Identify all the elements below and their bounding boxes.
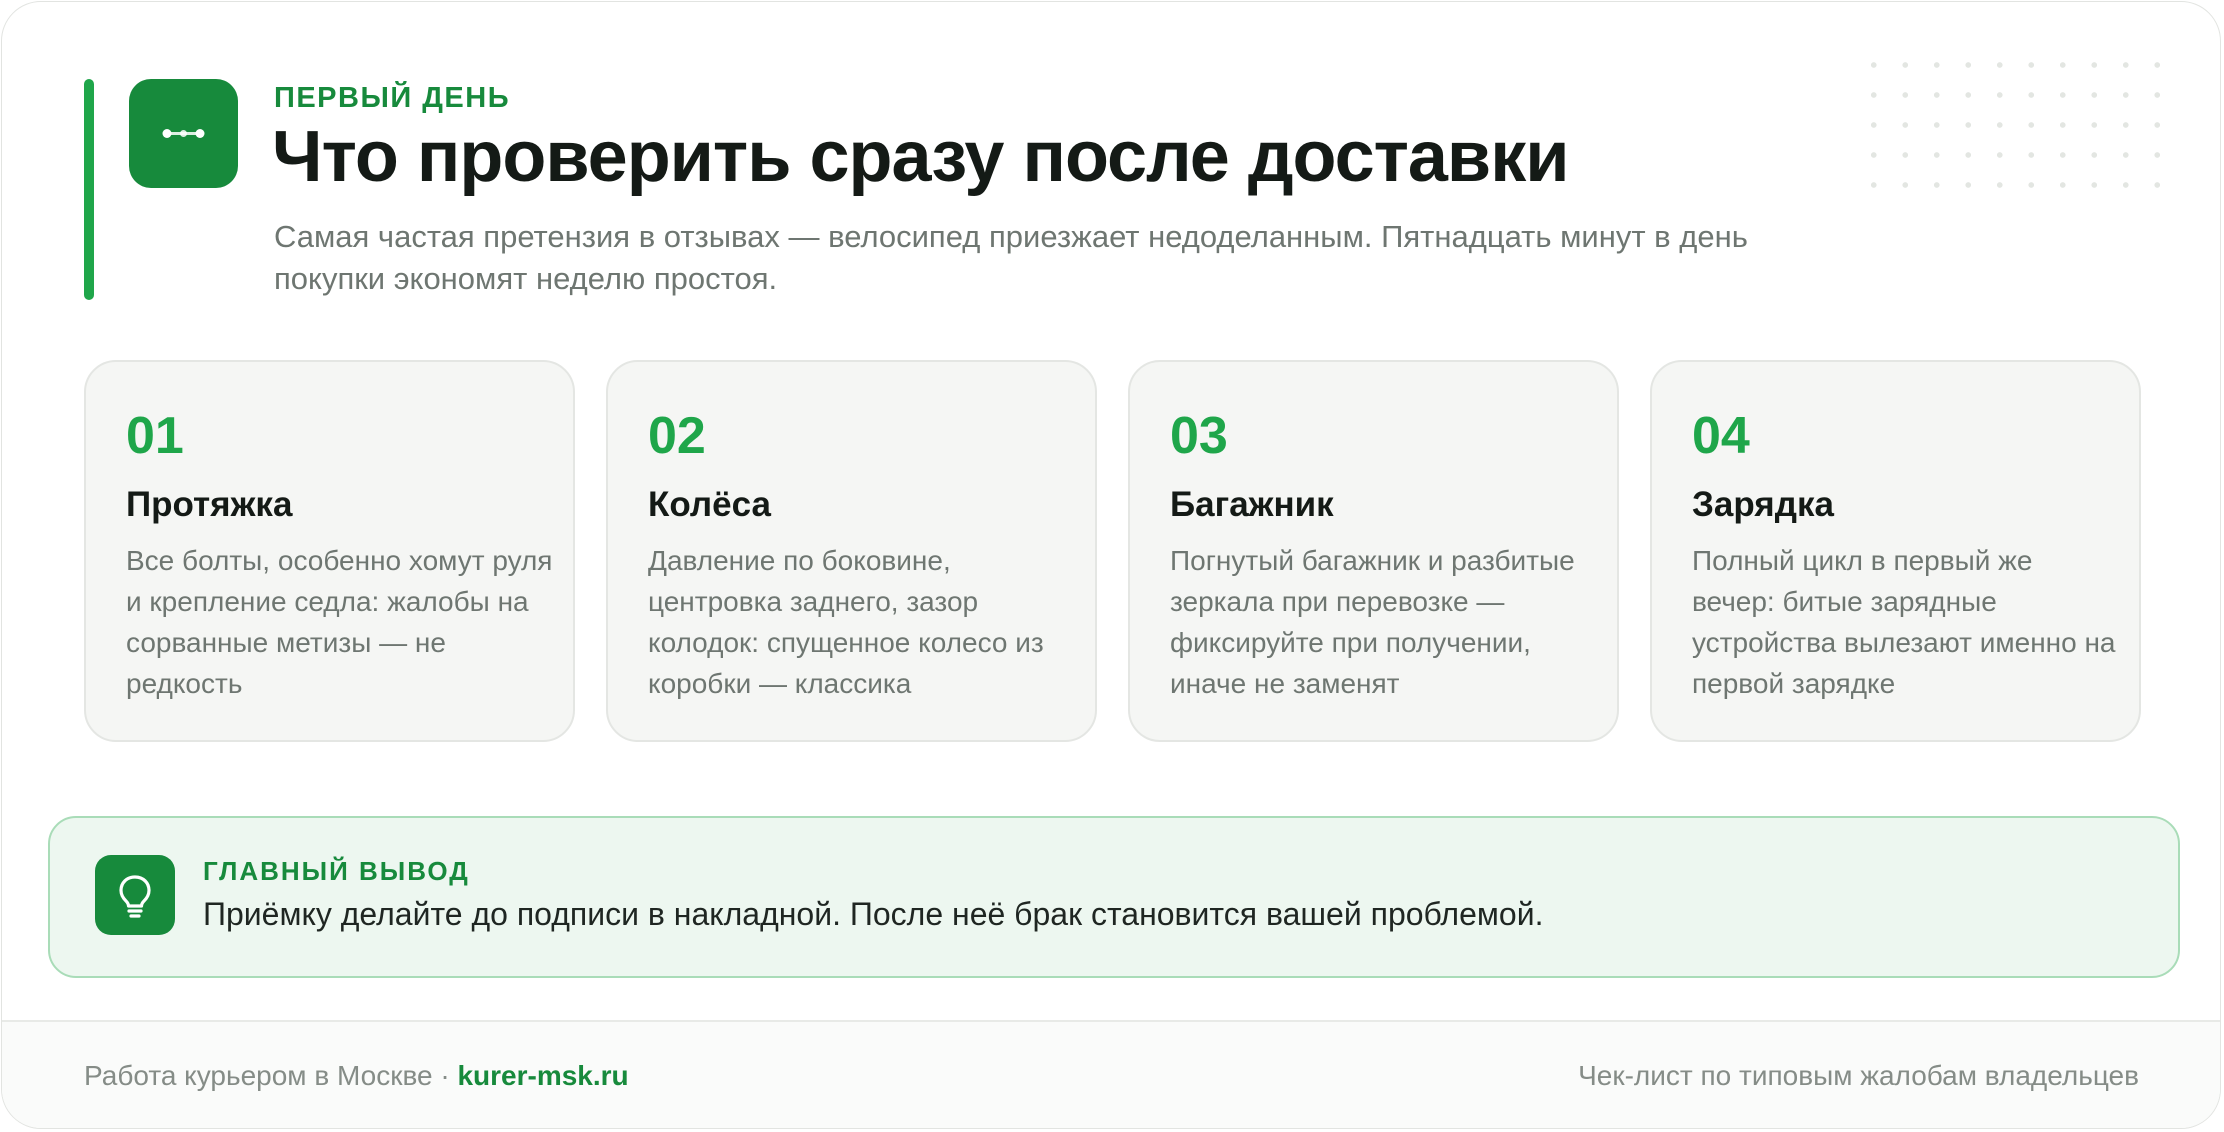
- checklist-item-text: Все болты, особенно хомут руля и креплен…: [126, 545, 553, 699]
- checklist-item-text: Полный цикл в первый же вечер: битые зар…: [1692, 545, 2116, 699]
- checklist-item-title: Колёса: [648, 485, 771, 524]
- decorative-dot-grid: [1858, 50, 2168, 190]
- checklist-item-tightening: 01 Протяжка Все болты, особенно хомут ру…: [84, 360, 575, 742]
- checklist-item-text: Погнутый багажник и разбитые зеркала при…: [1170, 545, 1575, 699]
- checklist-item-wheels: 02 Колёса Давление по боковине, центровк…: [606, 360, 1097, 742]
- checklist-item-rack: 03 Багажник Погнутый багажник и разбитые…: [1128, 360, 1619, 742]
- checklist-item-title: Зарядка: [1692, 485, 1834, 524]
- footer-caption-text: Работа курьером в Москве ·: [84, 1060, 458, 1091]
- footer-note: Чек-лист по типовым жалобам владельцев: [1578, 1060, 2139, 1091]
- checklist-item-title: Протяжка: [126, 485, 293, 524]
- checklist-item-number: 03: [1170, 407, 1228, 465]
- checklist-item-title: Багажник: [1170, 485, 1334, 524]
- checklist-item-text: Давление по боковине, центровка заднего,…: [648, 545, 1044, 699]
- footer: Работа курьером в Москве · kurer-msk.ru …: [2, 1022, 2220, 1128]
- footer-caption: Работа курьером в Москве · kurer-msk.ru: [84, 1060, 629, 1092]
- section-eyebrow: ПЕРВЫЙ ДЕНЬ: [274, 82, 511, 114]
- checklist-item-number: 01: [126, 407, 184, 465]
- takeaway-label: ГЛАВНЫЙ ВЫВОД: [203, 856, 470, 886]
- checklist-card: ПЕРВЫЙ ДЕНЬ Что проверить сразу после до…: [1, 1, 2221, 1129]
- key-takeaway-box: ГЛАВНЫЙ ВЫВОД Приёмку делайте до подписи…: [48, 816, 2180, 978]
- lightbulb-icon: [95, 855, 175, 935]
- route-icon: [129, 79, 238, 188]
- site-link[interactable]: kurer-msk.ru: [457, 1060, 628, 1091]
- checklist-item-number: 02: [648, 407, 706, 465]
- takeaway-text: Приёмку делайте до подписи в накладной. …: [203, 896, 1544, 932]
- checklist-item-charging: 04 Зарядка Полный цикл в первый же вечер…: [1650, 360, 2141, 742]
- page-subtitle: Самая частая претензия в отзывах — велос…: [274, 219, 1748, 296]
- checklist-item-number: 04: [1692, 407, 1750, 465]
- header-accent-bar: [84, 79, 94, 300]
- page-title: Что проверить сразу после доставки: [272, 117, 1569, 197]
